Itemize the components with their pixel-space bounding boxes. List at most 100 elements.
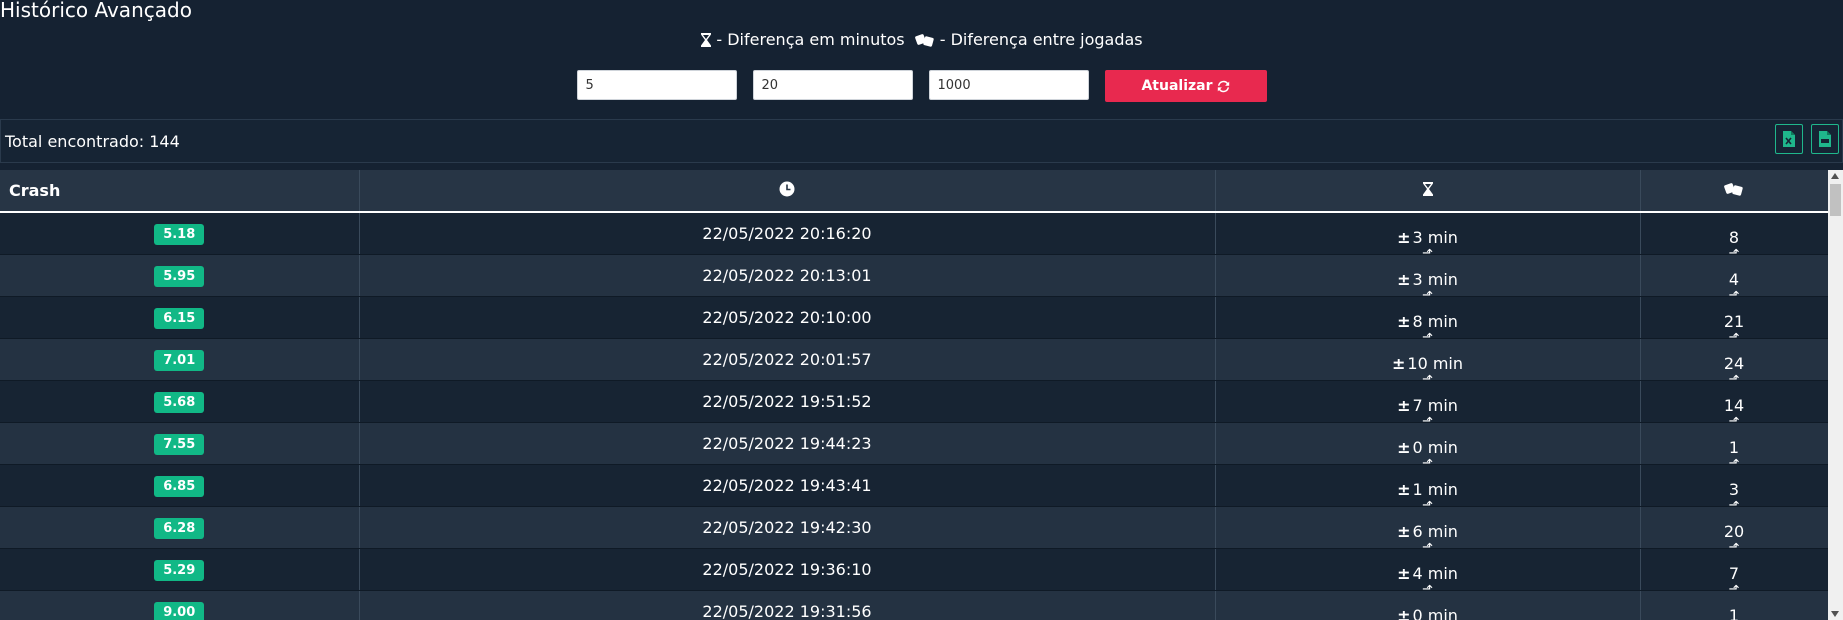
plays-value: 1 (1728, 438, 1740, 457)
datetime-cell: 22/05/2022 19:31:56 (359, 590, 1216, 620)
crash-badge: 7.01 (154, 349, 205, 371)
minutes-value: 3 min (1412, 270, 1458, 289)
filter-field-3[interactable] (928, 70, 1089, 100)
minutes-value: 3 min (1412, 228, 1458, 247)
filter-field-2[interactable] (752, 70, 913, 100)
plus-minus-icon: ± (1397, 438, 1411, 457)
table-row: 5.68 22/05/2022 19:51:52 ⬏ ±7 min ⬏ 14 (0, 373, 1829, 423)
crash-cell: 5.68 (0, 380, 360, 423)
column-header-minutes[interactable] (1215, 170, 1641, 213)
crash-cell: 6.28 (0, 506, 360, 549)
datetime-cell: 22/05/2022 20:01:57 (359, 338, 1216, 381)
minutes-value: 7 min (1412, 396, 1458, 415)
crash-cell: 5.18 (0, 212, 360, 255)
column-header-plays[interactable] (1640, 170, 1829, 213)
scroll-thumb[interactable] (1830, 184, 1841, 216)
up-arrow-icon: ⬏ (1728, 246, 1740, 261)
filter-field-1[interactable] (576, 70, 737, 100)
crash-badge: 6.85 (154, 475, 205, 497)
up-arrow-icon: ⬏ (1422, 288, 1433, 303)
datetime-value: 22/05/2022 19:44:23 (702, 434, 872, 453)
clock-icon (779, 181, 795, 196)
plays-value: 8 (1728, 228, 1740, 247)
crash-cell: 6.85 (0, 464, 360, 507)
legend-plays: - Diferença entre jogadas (914, 30, 1143, 49)
minutes-value: 10 min (1407, 354, 1464, 373)
datetime-value: 22/05/2022 20:13:01 (702, 266, 872, 285)
hourglass-icon (701, 32, 712, 47)
plus-minus-icon: ± (1397, 396, 1411, 415)
excel-file-icon (1783, 131, 1795, 147)
table-row: 7.55 22/05/2022 19:44:23 ⬏ ±0 min ⬏ 1 (0, 415, 1829, 465)
export-csv-button[interactable] (1811, 124, 1839, 154)
legend: - Diferença em minutos - Diferença entre… (0, 30, 1843, 52)
summary-bar: Total encontrado: 144 (0, 119, 1843, 163)
table-row: 7.01 22/05/2022 20:01:57 ⬏ ±10 min ⬏ 24 (0, 331, 1829, 381)
up-arrow-icon: ⬏ (1728, 540, 1740, 555)
up-arrow-icon: ⬏ (1728, 498, 1740, 513)
crash-badge: 5.95 (154, 265, 205, 287)
up-arrow-icon: ⬏ (1422, 330, 1433, 345)
table-row: 9.00 22/05/2022 19:31:56 ⬏ ±0 min ⬏ 1 (0, 583, 1829, 620)
plus-minus-icon: ± (1397, 564, 1411, 583)
column-header-crash[interactable]: Crash (0, 170, 360, 213)
csv-file-icon (1819, 131, 1831, 147)
up-arrow-icon: ⬏ (1422, 456, 1433, 471)
crash-cell: 9.00 (0, 590, 360, 620)
table-row: 5.29 22/05/2022 19:36:10 ⬏ ±4 min ⬏ 7 (0, 541, 1829, 591)
dice-icon (1724, 182, 1743, 196)
scroll-up-arrow[interactable] (1831, 173, 1839, 179)
crash-badge: 6.28 (154, 517, 205, 539)
minutes-value: 0 min (1412, 606, 1458, 620)
datetime-cell: 22/05/2022 20:16:20 (359, 212, 1216, 255)
crash-cell: 6.15 (0, 296, 360, 339)
legend-plays-label: - Diferença entre jogadas (939, 30, 1143, 49)
datetime-cell: 22/05/2022 19:42:30 (359, 506, 1216, 549)
crash-badge: 5.29 (154, 559, 205, 581)
plays-value: 20 (1723, 522, 1745, 541)
export-buttons (1775, 124, 1839, 154)
update-button-label: Atualizar (1141, 78, 1213, 94)
plus-minus-icon: ± (1397, 270, 1411, 289)
plays-value: 3 (1728, 480, 1740, 499)
update-button[interactable]: Atualizar (1104, 70, 1267, 102)
up-arrow-icon: ⬏ (1422, 498, 1433, 513)
legend-minutes: - Diferença em minutos (700, 30, 905, 49)
up-arrow-icon: ⬏ (1728, 414, 1740, 429)
table-row: 5.95 22/05/2022 20:13:01 ⬏ ±3 min ⬏ 4 (0, 247, 1829, 297)
datetime-value: 22/05/2022 19:36:10 (702, 560, 872, 579)
datetime-value: 22/05/2022 19:31:56 (702, 602, 872, 620)
up-arrow-icon: ⬏ (1728, 288, 1740, 303)
crash-cell: 7.01 (0, 338, 360, 381)
table-row: 6.15 22/05/2022 20:10:00 ⬏ ±8 min ⬏ 21 (0, 289, 1829, 339)
datetime-cell: 22/05/2022 19:44:23 (359, 422, 1216, 465)
table-scrollbar[interactable] (1828, 170, 1843, 620)
column-header-time[interactable] (359, 170, 1216, 213)
crash-badge: 5.68 (154, 391, 205, 413)
total-found: Total encontrado: 144 (5, 131, 180, 151)
datetime-value: 22/05/2022 19:43:41 (702, 476, 872, 495)
up-arrow-icon: ⬏ (1422, 540, 1433, 555)
history-table: Crash 5.18 22/05/2022 20:16:20 ± 3 min 8… (0, 170, 1829, 620)
plays-value: 24 (1723, 354, 1745, 373)
datetime-cell: 22/05/2022 20:10:00 (359, 296, 1216, 339)
plays-value: 4 (1728, 270, 1740, 289)
export-excel-button[interactable] (1775, 124, 1803, 154)
plus-minus-icon: ± (1397, 606, 1411, 620)
dice-icon (914, 33, 934, 47)
up-arrow-icon: ⬏ (1728, 330, 1740, 345)
scroll-down-arrow[interactable] (1831, 611, 1839, 617)
up-arrow-icon: ⬏ (1422, 246, 1433, 261)
crash-cell: 5.29 (0, 548, 360, 591)
crash-cell: 7.55 (0, 422, 360, 465)
datetime-value: 22/05/2022 20:10:00 (702, 308, 872, 327)
up-arrow-icon: ⬏ (1422, 414, 1433, 429)
plays-value: 7 (1728, 564, 1740, 583)
table-header-row: Crash (0, 170, 1829, 213)
datetime-value: 22/05/2022 20:16:20 (702, 224, 872, 243)
plays-value: 1 (1728, 606, 1740, 620)
filter-controls: Atualizar (0, 70, 1843, 102)
table-body: 5.18 22/05/2022 20:16:20 ±3 min 8 5.95 22/05/… (0, 212, 1829, 620)
up-arrow-icon: ⬏ (1728, 582, 1740, 597)
crash-badge: 6.15 (154, 307, 205, 329)
